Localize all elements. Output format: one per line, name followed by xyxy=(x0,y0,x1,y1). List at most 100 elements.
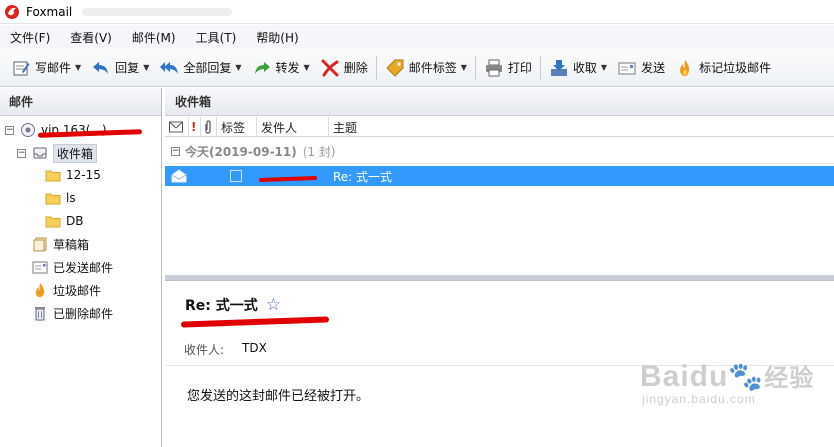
column-priority[interactable]: ! xyxy=(189,117,201,137)
mail-list-header: 收件箱 xyxy=(165,88,834,116)
envelope-icon xyxy=(169,121,183,133)
toolbar-divider xyxy=(539,55,541,80)
folder-ls[interactable]: ls xyxy=(45,188,76,208)
blurred-title-text xyxy=(82,7,233,16)
toolbar-divider xyxy=(474,55,476,80)
reply-all-button[interactable]: 全部回复 ▼ xyxy=(154,54,246,82)
chevron-down-icon[interactable]: ▼ xyxy=(304,63,310,72)
print-button[interactable]: 打印 xyxy=(479,54,537,82)
collapse-toggle[interactable]: − xyxy=(5,125,14,135)
folder-label: DB xyxy=(66,214,84,228)
menu-bar: 文件(F) 查看(V) 邮件(M) 工具(T) 帮助(H) xyxy=(0,25,834,49)
recipient-value[interactable]: TDX xyxy=(242,341,267,358)
receive-label: 收取 xyxy=(572,61,597,75)
group-date: 今天(2019-09-11) xyxy=(185,145,297,159)
preview-subject: Re: 式一式 xyxy=(185,298,258,314)
folder-sent[interactable]: 已发送邮件 xyxy=(32,257,113,277)
foxmail-logo-icon xyxy=(5,4,19,19)
compose-button[interactable]: 写邮件 ▼ xyxy=(6,54,86,82)
account-icon xyxy=(21,123,35,137)
chevron-down-icon[interactable]: ▼ xyxy=(75,63,81,72)
junk-label: 垃圾邮件 xyxy=(53,283,102,298)
folder-drafts[interactable]: 草稿箱 xyxy=(32,234,89,254)
menu-mail[interactable]: 邮件(M) xyxy=(122,29,186,46)
column-subject[interactable]: 主题 xyxy=(329,117,834,137)
flame-icon xyxy=(36,283,45,297)
folder-deleted[interactable]: 已删除邮件 xyxy=(32,303,113,323)
forward-button[interactable]: 转发 ▼ xyxy=(247,54,315,82)
folder-icon xyxy=(45,216,61,228)
folder-inbox[interactable]: − 收件箱 xyxy=(17,143,98,163)
group-count: (1 封) xyxy=(302,145,336,159)
mark-spam-button[interactable]: 标记垃圾邮件 xyxy=(670,54,776,82)
collapse-toggle[interactable]: − xyxy=(17,148,26,158)
drafts-icon xyxy=(33,237,47,252)
folder-junk[interactable]: 垃圾邮件 xyxy=(32,280,101,300)
compose-label: 写邮件 xyxy=(35,61,72,75)
folder-label: ls xyxy=(66,191,76,205)
menu-file[interactable]: 文件(F) xyxy=(0,29,60,46)
folder-label: 12-15 xyxy=(66,168,101,182)
reply-all-icon xyxy=(160,61,179,74)
folder-db[interactable]: DB xyxy=(45,211,83,231)
sent-icon xyxy=(32,261,48,274)
star-icon[interactable]: ☆ xyxy=(266,295,281,315)
recipient-label: 收件人: xyxy=(184,343,225,357)
toolbar-divider xyxy=(375,55,377,80)
tags-label: 邮件标签 xyxy=(408,61,457,75)
read-envelope-icon xyxy=(171,166,187,186)
chevron-down-icon[interactable]: ▼ xyxy=(143,63,149,72)
baidu-jingyan-watermark: Baidu🐾经验 jingyan.baidu.com xyxy=(640,358,830,438)
chevron-down-icon[interactable]: ▼ xyxy=(461,63,467,72)
trash-icon xyxy=(35,307,45,321)
column-read-status[interactable] xyxy=(165,117,189,137)
send-label: 发送 xyxy=(641,61,666,75)
preview-recipient: 收件人: TDX xyxy=(184,341,267,358)
folder-icon xyxy=(45,170,61,182)
folder-icon xyxy=(45,193,61,205)
collapse-toggle[interactable]: − xyxy=(171,147,180,156)
inbox-icon xyxy=(33,147,47,159)
reply-button[interactable]: 回复 ▼ xyxy=(86,54,154,82)
inbox-label: 收件箱 xyxy=(53,143,98,163)
mark-spam-label: 标记垃圾邮件 xyxy=(699,61,772,75)
window-title: Foxmail xyxy=(26,4,73,19)
tag-checkbox[interactable] xyxy=(230,166,242,186)
menu-tools[interactable]: 工具(T) xyxy=(186,29,247,46)
print-label: 打印 xyxy=(507,61,532,75)
folder-pane-header: 邮件 xyxy=(0,88,161,116)
flame-icon xyxy=(680,59,690,76)
send-button[interactable]: 发送 xyxy=(612,54,670,82)
folder-12-15[interactable]: 12-15 xyxy=(45,165,101,185)
exclamation-icon: ! xyxy=(191,120,197,134)
tag-icon xyxy=(385,59,404,77)
column-tag[interactable]: 标签 xyxy=(217,117,257,137)
drafts-label: 草稿箱 xyxy=(53,237,90,252)
reply-icon xyxy=(93,61,109,74)
column-attachment[interactable] xyxy=(201,117,217,137)
chevron-down-icon[interactable]: ▼ xyxy=(601,63,607,72)
delete-icon xyxy=(321,59,339,76)
toolbar: 写邮件 ▼ 回复 ▼ 全部回复 ▼ 转发 ▼ 删除 邮件标签 ▼ 打印 收取 ▼… xyxy=(0,49,834,87)
tags-button[interactable]: 邮件标签 ▼ xyxy=(380,54,472,82)
reply-label: 回复 xyxy=(115,61,140,75)
folder-pane: 邮件 − vip.163(...) − 收件箱 12-15 ls DB 草稿箱 … xyxy=(0,88,162,447)
compose-icon xyxy=(13,61,30,75)
receive-button[interactable]: 收取 ▼ xyxy=(544,54,612,82)
printer-icon xyxy=(485,59,502,76)
column-sender[interactable]: 发件人 xyxy=(257,117,329,137)
chevron-down-icon[interactable]: ▼ xyxy=(235,63,241,72)
delete-button[interactable]: 删除 xyxy=(315,54,373,82)
reply-all-label: 全部回复 xyxy=(183,61,232,75)
menu-help[interactable]: 帮助(H) xyxy=(246,29,308,46)
deleted-label: 已删除邮件 xyxy=(53,306,114,321)
date-group-header[interactable]: − 今天(2019-09-11) (1 封) xyxy=(165,140,834,164)
menu-view[interactable]: 查看(V) xyxy=(60,29,122,46)
delete-label: 删除 xyxy=(343,61,368,75)
redaction-mark xyxy=(180,316,330,328)
title-bar: Foxmail xyxy=(0,0,834,24)
receive-icon xyxy=(550,59,567,76)
mail-row-selected[interactable]: ... Re: 式一式 xyxy=(165,166,834,186)
mail-row-subject: Re: 式一式 xyxy=(333,169,393,184)
send-icon xyxy=(618,62,636,74)
